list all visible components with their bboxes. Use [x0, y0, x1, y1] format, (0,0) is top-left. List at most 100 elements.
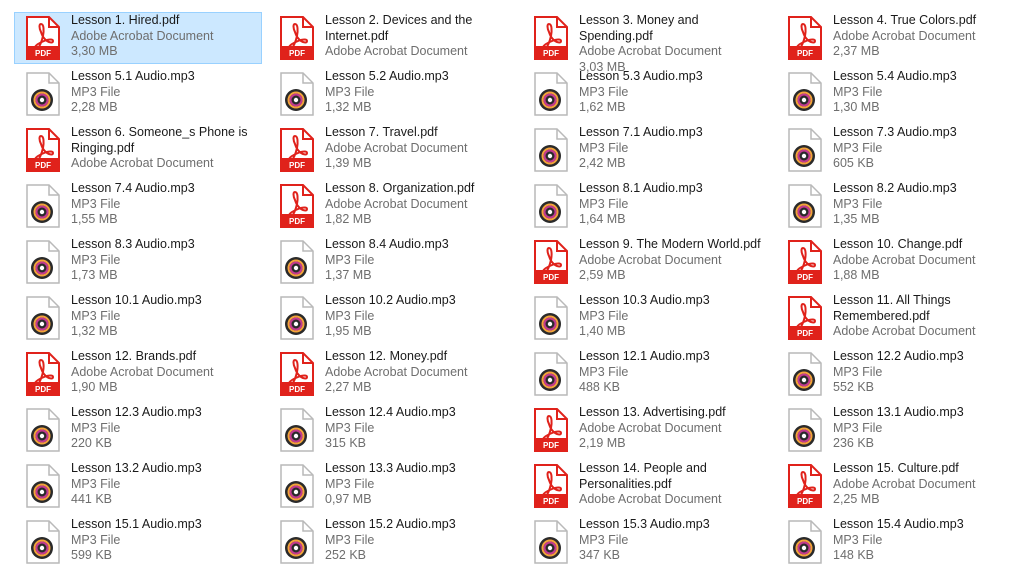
file-type: Adobe Acrobat Document — [325, 44, 468, 59]
file-item-pdf[interactable]: PDF Lesson 4. True Colors.pdf Adobe Acrob… — [776, 12, 1016, 64]
file-item-mp3[interactable]: Lesson 15.3 Audio.mp3 MP3 File 347 KB — [522, 516, 770, 568]
file-item-pdf[interactable]: PDF Lesson 12. Brands.pdf Adobe Acrobat D… — [14, 348, 262, 400]
svg-text:PDF: PDF — [797, 497, 813, 506]
file-details: Lesson 7.3 Audio.mp3 MP3 File 605 KB — [833, 125, 1016, 172]
file-item-mp3[interactable]: Lesson 15.2 Audio.mp3 MP3 File 252 KB — [268, 516, 516, 568]
file-item-pdf[interactable]: PDF Lesson 12. Money.pdf Adobe Acrobat Do… — [268, 348, 516, 400]
file-item-mp3[interactable]: Lesson 5.3 Audio.mp3 MP3 File 1,62 MB — [522, 68, 770, 120]
file-item-mp3[interactable]: Lesson 8.1 Audio.mp3 MP3 File 1,64 MB — [522, 180, 770, 232]
file-item-mp3[interactable]: Lesson 13.1 Audio.mp3 MP3 File 236 KB — [776, 404, 1016, 456]
file-size: 1,30 MB — [833, 100, 880, 115]
file-item-mp3[interactable]: Lesson 12.3 Audio.mp3 MP3 File 220 KB — [14, 404, 262, 456]
file-details: Lesson 11. All Things Remembered.pdf Adob… — [833, 293, 1016, 340]
file-item-mp3[interactable]: Lesson 8.3 Audio.mp3 MP3 File 1,73 MB — [14, 236, 262, 288]
file-item-mp3[interactable]: Lesson 7.4 Audio.mp3 MP3 File 1,55 MB — [14, 180, 262, 232]
mp3-file-icon — [532, 296, 568, 340]
file-type: MP3 File — [833, 140, 883, 155]
file-item-pdf[interactable]: PDF Lesson 7. Travel.pdf Adobe Acrobat Do… — [268, 124, 516, 176]
file-size: 2,19 MB — [579, 436, 626, 451]
file-details: Lesson 7.4 Audio.mp3 MP3 File 1,55 MB — [71, 181, 261, 228]
file-details: Lesson 5.4 Audio.mp3 MP3 File 1,30 MB — [833, 69, 1016, 116]
file-details: Lesson 15.3 Audio.mp3 MP3 File 347 KB — [579, 517, 769, 564]
file-size: 2,42 MB — [579, 156, 626, 171]
mp3-file-icon — [532, 520, 568, 564]
pdf-file-icon: PDF — [532, 240, 568, 284]
file-type: MP3 File — [325, 420, 375, 435]
mp3-file-icon — [24, 464, 60, 508]
file-item-mp3[interactable]: Lesson 8.4 Audio.mp3 MP3 File 1,37 MB — [268, 236, 516, 288]
file-item-pdf[interactable]: PDF Lesson 3. Money and Spending.pdf Adob… — [522, 12, 770, 74]
file-type: MP3 File — [579, 140, 629, 155]
file-size: 599 KB — [71, 548, 113, 563]
file-item-pdf[interactable]: PDF Lesson 6. Someone_s Phone is Ringing… — [14, 124, 262, 176]
file-name: Lesson 7.3 Audio.mp3 — [833, 125, 957, 139]
file-details: Lesson 2. Devices and the Internet.pdf Ad… — [325, 13, 515, 60]
mp3-file-icon — [24, 408, 60, 452]
file-item-mp3[interactable]: Lesson 12.2 Audio.mp3 MP3 File 552 KB — [776, 348, 1016, 400]
file-item-pdf[interactable]: PDF Lesson 11. All Things Remembered.pdf… — [776, 292, 1016, 344]
file-item-pdf[interactable]: PDF Lesson 15. Culture.pdf Adobe Acrobat … — [776, 460, 1016, 512]
file-details: Lesson 8.2 Audio.mp3 MP3 File 1,35 MB — [833, 181, 1016, 228]
file-item-pdf[interactable]: PDF Lesson 1. Hired.pdf Adobe Acrobat Doc… — [14, 12, 262, 64]
svg-text:PDF: PDF — [289, 49, 305, 58]
file-item-pdf[interactable]: PDF Lesson 2. Devices and the Internet.p… — [268, 12, 516, 64]
svg-text:PDF: PDF — [797, 49, 813, 58]
svg-text:PDF: PDF — [543, 497, 559, 506]
file-item-mp3[interactable]: Lesson 5.4 Audio.mp3 MP3 File 1,30 MB — [776, 68, 1016, 120]
file-item-mp3[interactable]: Lesson 5.1 Audio.mp3 MP3 File 2,28 MB — [14, 68, 262, 120]
file-size: 1,88 MB — [833, 268, 880, 283]
file-type: MP3 File — [325, 308, 375, 323]
file-size: 0,97 MB — [325, 492, 372, 507]
pdf-file-icon: PDF — [24, 16, 60, 60]
file-details: Lesson 12.4 Audio.mp3 MP3 File 315 KB — [325, 405, 515, 452]
file-type: MP3 File — [71, 308, 121, 323]
file-details: Lesson 13.2 Audio.mp3 MP3 File 441 KB — [71, 461, 261, 508]
file-item-mp3[interactable]: Lesson 7.3 Audio.mp3 MP3 File 605 KB — [776, 124, 1016, 176]
file-name: Lesson 9. The Modern World.pdf — [579, 237, 761, 251]
file-item-pdf[interactable]: PDF Lesson 8. Organization.pdf Adobe Acro… — [268, 180, 516, 232]
file-item-mp3[interactable]: Lesson 13.3 Audio.mp3 MP3 File 0,97 MB — [268, 460, 516, 512]
file-size: 2,28 MB — [71, 100, 118, 115]
file-size: 552 KB — [833, 380, 875, 395]
file-details: Lesson 7.1 Audio.mp3 MP3 File 2,42 MB — [579, 125, 769, 172]
svg-text:PDF: PDF — [35, 161, 51, 170]
file-details: Lesson 12.3 Audio.mp3 MP3 File 220 KB — [71, 405, 261, 452]
file-name: Lesson 11. All Things Remembered.pdf — [833, 293, 951, 323]
file-details: Lesson 8.1 Audio.mp3 MP3 File 1,64 MB — [579, 181, 769, 228]
file-item-mp3[interactable]: Lesson 15.1 Audio.mp3 MP3 File 599 KB — [14, 516, 262, 568]
file-size: 1,37 MB — [325, 268, 372, 283]
file-item-pdf[interactable]: PDF Lesson 9. The Modern World.pdf Adobe … — [522, 236, 770, 288]
file-size: 1,90 MB — [71, 380, 118, 395]
file-size: 148 KB — [833, 548, 875, 563]
file-item-pdf[interactable]: PDF Lesson 14. People and Personalities.… — [522, 460, 770, 512]
file-item-mp3[interactable]: Lesson 5.2 Audio.mp3 MP3 File 1,32 MB — [268, 68, 516, 120]
file-name: Lesson 5.1 Audio.mp3 — [71, 69, 195, 83]
mp3-file-icon — [24, 184, 60, 228]
file-name: Lesson 13.1 Audio.mp3 — [833, 405, 964, 419]
file-item-mp3[interactable]: Lesson 13.2 Audio.mp3 MP3 File 441 KB — [14, 460, 262, 512]
file-details: Lesson 12.2 Audio.mp3 MP3 File 552 KB — [833, 349, 1016, 396]
file-details: Lesson 13.3 Audio.mp3 MP3 File 0,97 MB — [325, 461, 515, 508]
file-size: 236 KB — [833, 436, 875, 451]
file-type: Adobe Acrobat Document — [325, 364, 468, 379]
file-item-mp3[interactable]: Lesson 10.3 Audio.mp3 MP3 File 1,40 MB — [522, 292, 770, 344]
file-item-pdf[interactable]: PDF Lesson 10. Change.pdf Adobe Acrobat D… — [776, 236, 1016, 288]
file-item-mp3[interactable]: Lesson 12.1 Audio.mp3 MP3 File 488 KB — [522, 348, 770, 400]
file-type: Adobe Acrobat Document — [579, 44, 722, 59]
file-item-mp3[interactable]: Lesson 8.2 Audio.mp3 MP3 File 1,35 MB — [776, 180, 1016, 232]
pdf-file-icon: PDF — [278, 352, 314, 396]
file-type: MP3 File — [71, 532, 121, 547]
file-item-mp3[interactable]: Lesson 15.4 Audio.mp3 MP3 File 148 KB — [776, 516, 1016, 568]
mp3-file-icon — [786, 408, 822, 452]
file-item-mp3[interactable]: Lesson 10.2 Audio.mp3 MP3 File 1,95 MB — [268, 292, 516, 344]
file-item-mp3[interactable]: Lesson 12.4 Audio.mp3 MP3 File 315 KB — [268, 404, 516, 456]
file-item-mp3[interactable]: Lesson 10.1 Audio.mp3 MP3 File 1,32 MB — [14, 292, 262, 344]
file-item-mp3[interactable]: Lesson 7.1 Audio.mp3 MP3 File 2,42 MB — [522, 124, 770, 176]
file-size: 1,40 MB — [579, 324, 626, 339]
mp3-file-icon — [532, 128, 568, 172]
file-item-pdf[interactable]: PDF Lesson 13. Advertising.pdf Adobe Acro… — [522, 404, 770, 456]
file-size: 2,37 MB — [833, 44, 880, 59]
file-type: MP3 File — [579, 308, 629, 323]
mp3-file-icon — [786, 352, 822, 396]
file-size: 252 KB — [325, 548, 367, 563]
